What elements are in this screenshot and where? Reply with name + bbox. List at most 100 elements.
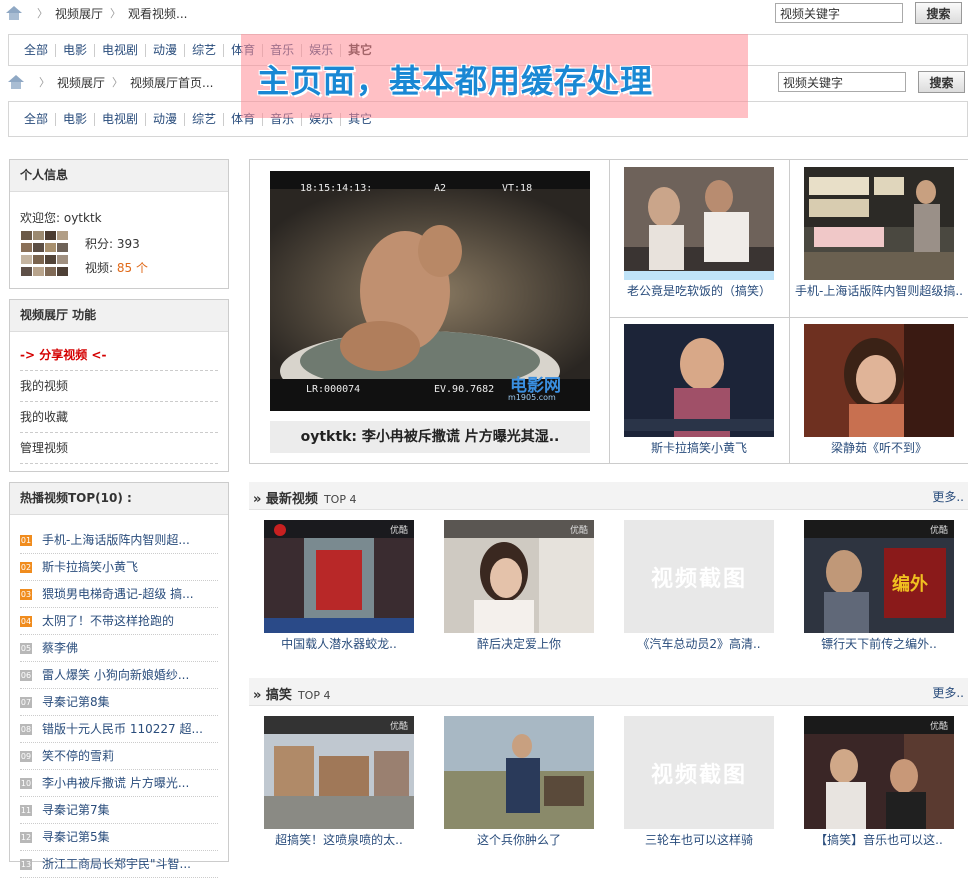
nav-tv[interactable]: 电视剧 bbox=[94, 43, 145, 57]
hot-list-item[interactable]: 01 手机-上海话版阵内智则超... bbox=[20, 527, 218, 554]
rank-badge: 08 bbox=[20, 723, 32, 735]
featured-side-title[interactable]: 梁静茹《听不到》 bbox=[794, 441, 964, 456]
rank-badge: 06 bbox=[20, 669, 32, 681]
hot-list-item[interactable]: 11 寻秦记第7集 bbox=[20, 797, 218, 824]
profile-box: 个人信息 欢迎您: oytktk 积分: 393 视频: 85 个 bbox=[9, 159, 229, 289]
hot-list-item[interactable]: 10 李小冉被斥撒谎 片方曝光... bbox=[20, 770, 218, 797]
video-title[interactable]: 这个兵你肿么了 bbox=[439, 833, 599, 848]
featured-side-title[interactable]: 老公竟是吃软饭的（搞笑） bbox=[614, 284, 784, 299]
manage-videos-link[interactable]: 管理视频 bbox=[20, 433, 218, 464]
hot-list-item[interactable]: 06 雷人爆笑 小狗向新娘婚纱... bbox=[20, 662, 218, 689]
breadcrumb-current: 视频展厅首页... bbox=[130, 75, 214, 90]
nav-tv[interactable]: 电视剧 bbox=[94, 112, 145, 126]
hot-list-item[interactable]: 09 笑不停的雪莉 bbox=[20, 743, 218, 770]
hot-item-title[interactable]: 雷人爆笑 小狗向新娘婚纱... bbox=[42, 662, 189, 688]
svg-text:编外: 编外 bbox=[892, 573, 928, 595]
latest-section-header: » 最新视频 TOP 4 更多.. bbox=[249, 482, 968, 510]
search-button[interactable]: 搜索 bbox=[918, 71, 965, 93]
hot-item-title[interactable]: 李小冉被斥撒谎 片方曝光... bbox=[42, 770, 189, 796]
search-button[interactable]: 搜索 bbox=[915, 2, 962, 24]
featured-side-thumbnail[interactable] bbox=[624, 167, 774, 280]
video-title[interactable]: 三轮车也可以这样骑 bbox=[619, 833, 779, 848]
lr-label: LR:000074 bbox=[306, 384, 361, 395]
video-thumbnail-placeholder[interactable]: 视频截图 bbox=[624, 716, 774, 829]
breadcrumb-link[interactable]: 视频展厅 bbox=[57, 74, 105, 91]
hot-list-item[interactable]: 03 猥琐男电梯奇遇记-超级 搞... bbox=[20, 581, 218, 608]
watermark: 优酷 bbox=[929, 722, 948, 732]
home-icon[interactable] bbox=[6, 6, 22, 20]
hot-item-title[interactable]: 错版十元人民币 110227 超... bbox=[42, 716, 203, 742]
featured-side-title[interactable]: 手机-上海话版阵内智则超级搞.. bbox=[794, 284, 964, 299]
video-thumbnail[interactable]: 优酷 bbox=[804, 716, 954, 829]
video-frame bbox=[264, 716, 414, 829]
hot-item-title[interactable]: 笑不停的雪莉 bbox=[42, 743, 114, 769]
video-title[interactable]: 超搞笑！这喷泉喷的太.. bbox=[259, 833, 419, 848]
featured-main-caption[interactable]: oytktk: 李小冉被斥撒谎 片方曝光其湿.. bbox=[270, 421, 590, 453]
featured-side-title[interactable]: 斯卡拉搞笑小黄飞 bbox=[614, 441, 784, 456]
my-favorites-link[interactable]: 我的收藏 bbox=[20, 402, 218, 433]
rank-badge: 12 bbox=[20, 831, 32, 843]
hot-list-item[interactable]: 05 蔡李佛 bbox=[20, 635, 218, 662]
video-frame bbox=[444, 716, 594, 829]
video-thumbnail[interactable]: 编外 优酷 bbox=[804, 520, 954, 633]
home-icon[interactable] bbox=[8, 75, 24, 89]
featured-area: 18:15:14:13: A2 VT:18 LR:000074 EV.90.76… bbox=[249, 159, 968, 464]
featured-side-thumbnail[interactable] bbox=[804, 324, 954, 437]
welcome-text: 欢迎您: oytktk bbox=[20, 211, 102, 225]
nav-all[interactable]: 全部 bbox=[17, 112, 55, 126]
video-title[interactable]: 【搞笑】音乐也可以这.. bbox=[799, 833, 959, 848]
video-frame bbox=[804, 167, 954, 280]
nav-movie[interactable]: 电影 bbox=[55, 43, 94, 57]
hot-item-title[interactable]: 手机-上海话版阵内智则超... bbox=[42, 527, 190, 553]
featured-side-thumbnail[interactable] bbox=[624, 324, 774, 437]
video-title[interactable]: 醉后决定爱上你 bbox=[439, 637, 599, 652]
rank-badge: 10 bbox=[20, 777, 32, 789]
search-input[interactable] bbox=[775, 3, 903, 23]
share-video-link[interactable]: -> 分享视频 <- bbox=[20, 340, 218, 371]
hot-item-title[interactable]: 寻秦记第7集 bbox=[42, 797, 110, 823]
hot-list-item[interactable]: 08 错版十元人民币 110227 超... bbox=[20, 716, 218, 743]
video-thumbnail-placeholder[interactable]: 视频截图 bbox=[624, 520, 774, 633]
hot-list-item[interactable]: 02 斯卡拉搞笑小黄飞 bbox=[20, 554, 218, 581]
search-input[interactable] bbox=[778, 72, 906, 92]
nav-anime[interactable]: 动漫 bbox=[145, 43, 184, 57]
avatar[interactable] bbox=[20, 230, 70, 278]
video-thumbnail[interactable]: 优酷 bbox=[264, 520, 414, 633]
hot-list-item[interactable]: 12 寻秦记第5集 bbox=[20, 824, 218, 851]
hot-item-title[interactable]: 猥琐男电梯奇遇记-超级 搞... bbox=[42, 581, 194, 607]
nav-variety[interactable]: 综艺 bbox=[184, 43, 223, 57]
nav-anime[interactable]: 动漫 bbox=[145, 112, 184, 126]
functions-box: 视频展厅 功能 -> 分享视频 <- 我的视频 我的收藏 管理视频 bbox=[9, 299, 229, 472]
functions-title: 视频展厅 功能 bbox=[10, 300, 228, 332]
video-title[interactable]: 中国载人潜水器蛟龙.. bbox=[259, 637, 419, 652]
video-frame bbox=[804, 324, 954, 437]
video-title[interactable]: 《汽车总动员2》高清.. bbox=[619, 637, 779, 652]
hot-item-title[interactable]: 斯卡拉搞笑小黄飞 bbox=[42, 554, 138, 580]
hot-item-title[interactable]: 浙江工商局长郑宇民"斗智... bbox=[42, 851, 191, 877]
hot-item-title[interactable]: 太阴了！不带这样抢跑的 bbox=[42, 608, 174, 634]
hot-item-title[interactable]: 蔡李佛 bbox=[42, 635, 78, 661]
featured-side-thumbnail[interactable] bbox=[804, 167, 954, 280]
points-value: 393 bbox=[116, 237, 140, 251]
points-row: 积分: 393 bbox=[85, 235, 140, 252]
funny-title: » 搞笑 bbox=[253, 688, 292, 703]
hot-list-item[interactable]: 07 寻秦记第8集 bbox=[20, 689, 218, 716]
funny-more-link[interactable]: 更多.. bbox=[932, 684, 964, 701]
hot-list-item[interactable]: 13 浙江工商局长郑宇民"斗智... bbox=[20, 851, 218, 878]
hot-item-title[interactable]: 寻秦记第8集 bbox=[42, 689, 110, 715]
nav-variety[interactable]: 综艺 bbox=[184, 112, 223, 126]
my-videos-link[interactable]: 我的视频 bbox=[20, 371, 218, 402]
breadcrumb-link[interactable]: 视频展厅 bbox=[55, 5, 103, 22]
latest-more-link[interactable]: 更多.. bbox=[932, 488, 964, 505]
nav-movie[interactable]: 电影 bbox=[55, 112, 94, 126]
video-title[interactable]: 镖行天下前传之编外.. bbox=[799, 637, 959, 652]
rank-badge: 03 bbox=[20, 588, 32, 600]
nav-all[interactable]: 全部 bbox=[17, 43, 55, 57]
video-thumbnail[interactable]: 优酷 bbox=[264, 716, 414, 829]
hot-list-item[interactable]: 04 太阴了！不带这样抢跑的 bbox=[20, 608, 218, 635]
hot-item-title[interactable]: 寻秦记第5集 bbox=[42, 824, 110, 850]
videos-count[interactable]: 85 个 bbox=[117, 261, 148, 275]
featured-main-thumbnail[interactable]: 18:15:14:13: A2 VT:18 LR:000074 EV.90.76… bbox=[270, 171, 590, 411]
video-thumbnail[interactable]: 优酷 bbox=[444, 520, 594, 633]
video-thumbnail[interactable] bbox=[444, 716, 594, 829]
